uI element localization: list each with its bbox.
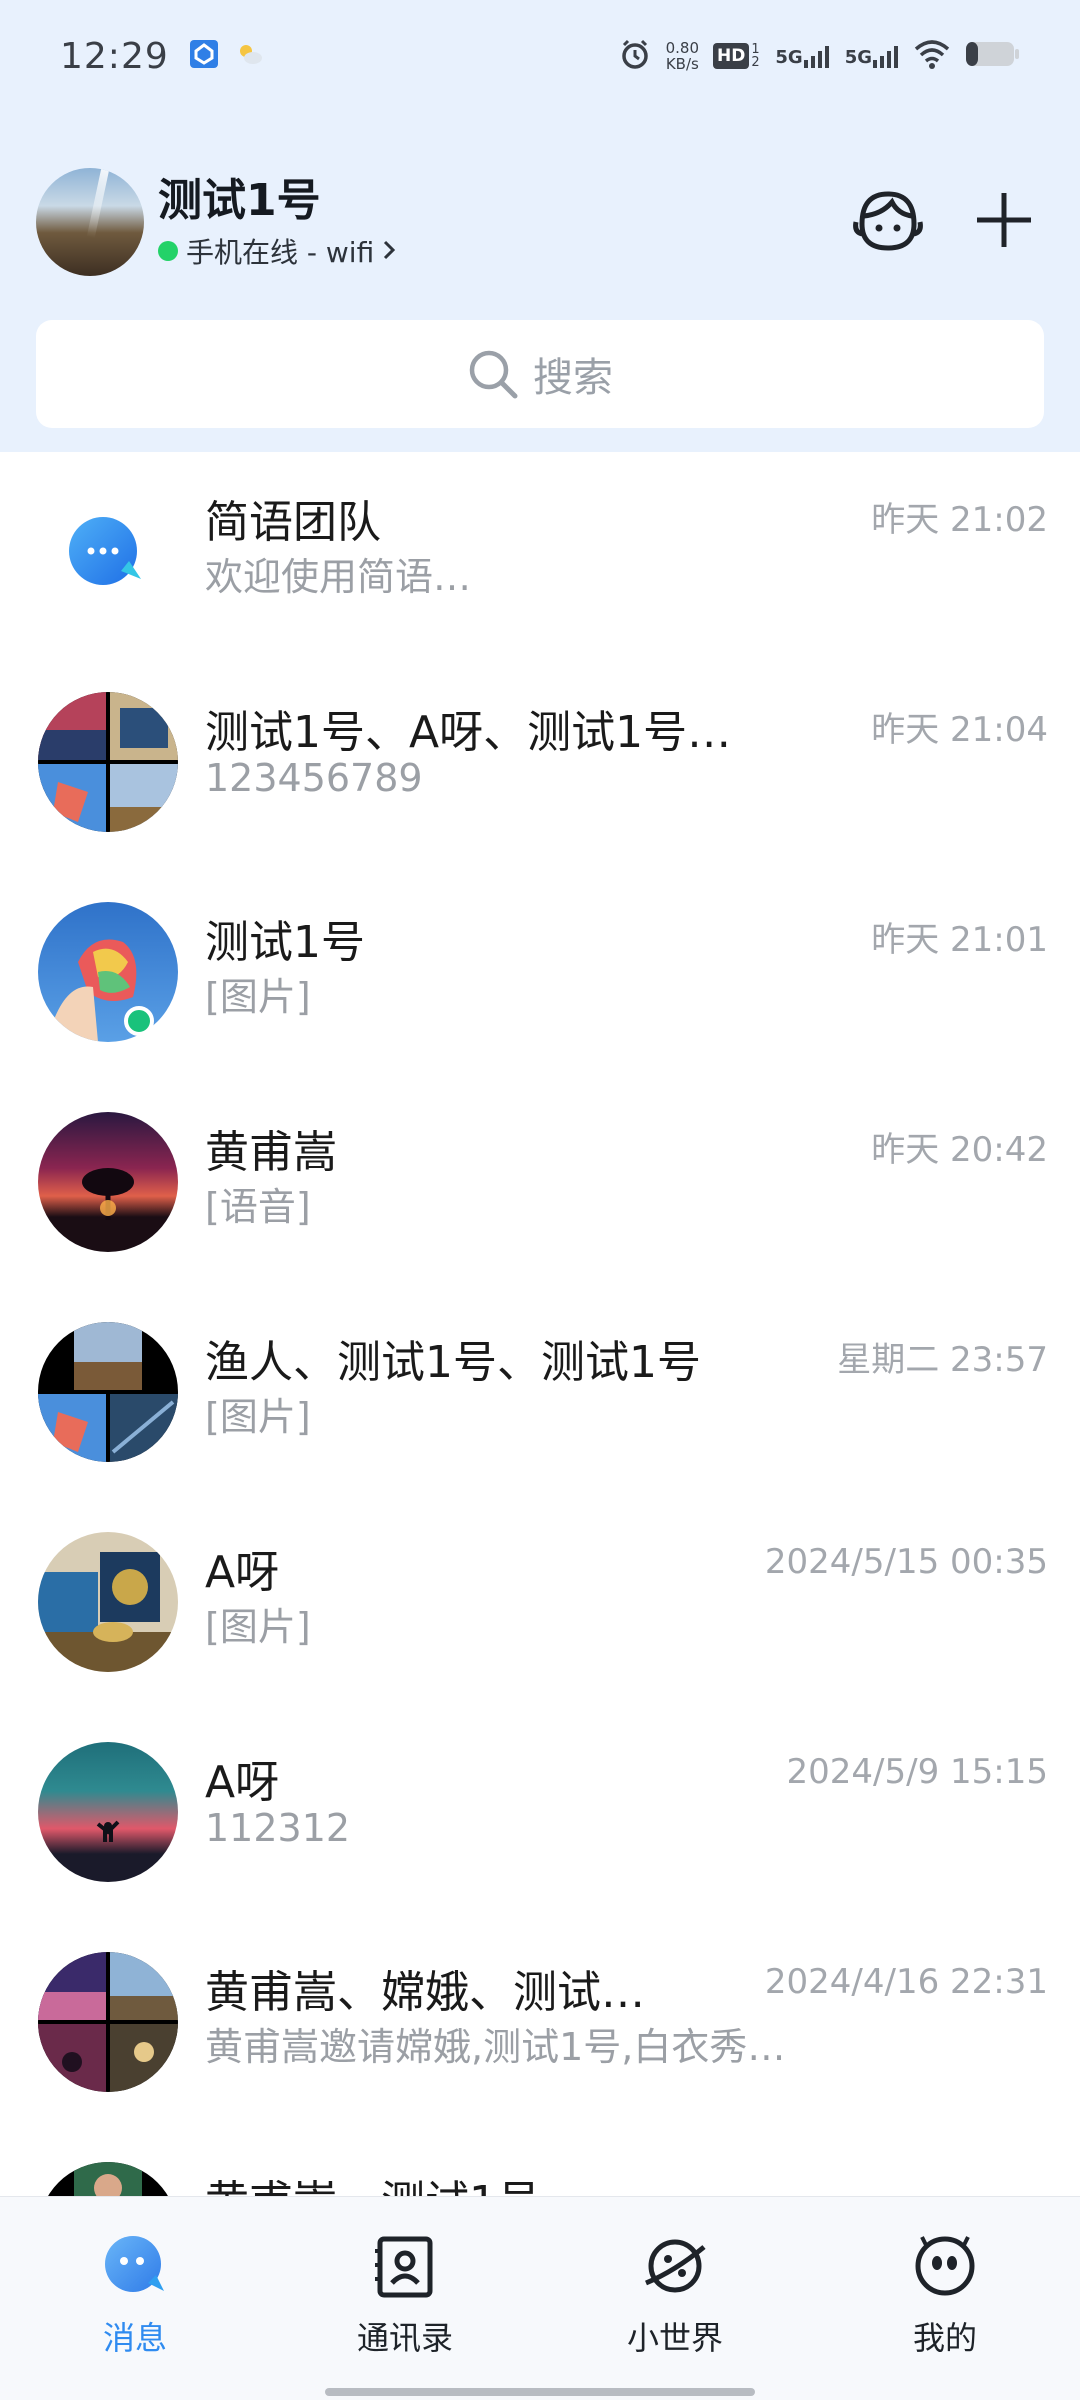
chat-time: 昨天 21:01 [871, 920, 1048, 960]
chat-time: 2024/5/15 00:35 [764, 1542, 1048, 1582]
battery-icon [964, 39, 1020, 73]
team-avatar [38, 486, 178, 626]
hd-label: HD [713, 43, 750, 69]
chat-preview: 123456789 [205, 756, 423, 800]
search-input[interactable]: 搜索 [36, 320, 1044, 428]
home-indicator[interactable] [325, 2388, 755, 2396]
chat-time: 昨天 21:02 [871, 500, 1048, 540]
nav-label: 通讯录 [356, 2319, 453, 2357]
chat-title: 黄甫嵩、嫦娥、测试… [205, 1967, 645, 2018]
chat-item[interactable]: 黄甫嵩、嫦娥、测试… 黄甫嵩邀请嫦娥,测试1号,白衣秀… 2024/4/16 2… [0, 1952, 1080, 2166]
group-avatar [38, 1952, 178, 2092]
group-avatar [38, 1322, 178, 1462]
chat-time: 2024/4/16 22:31 [764, 1962, 1048, 2002]
online-dot [158, 241, 178, 261]
chat-item[interactable]: 渔人、测试1号、测试1号 [图片] 星期二 23:57 [0, 1322, 1080, 1536]
profile-face-icon [912, 2233, 978, 2303]
chat-title: A呀 [205, 1757, 280, 1808]
contacts-icon [372, 2233, 438, 2303]
chat-preview: [图片] [205, 1605, 311, 1649]
hd-sub: 1 2 [751, 42, 760, 70]
planet-icon [642, 2233, 708, 2303]
online-indicator [124, 1006, 154, 1036]
status-bar: 12:29 0.80 KB/s HD 1 2 5G 5G [0, 0, 1080, 112]
profile-header: 测试1号 手机在线 - wifi [36, 166, 1044, 278]
chat-item[interactable]: 简语团队 欢迎使用简语… 昨天 21:02 [0, 486, 1080, 696]
message-icon [102, 2233, 168, 2303]
status-time: 12:29 [60, 35, 169, 77]
signal-icon: 5G [775, 44, 830, 68]
chat-preview: [图片] [205, 975, 311, 1019]
contact-avatar [38, 1742, 178, 1882]
hd-icon: HD 1 2 [713, 43, 761, 69]
net-speed-unit: KB/s [665, 55, 699, 73]
chat-time: 昨天 21:04 [871, 710, 1048, 750]
tab-contacts[interactable]: 通讯录 [270, 2197, 540, 2377]
chat-item[interactable]: 黄甫嵩 [语音] 昨天 20:42 [0, 1112, 1080, 1326]
plus-icon [973, 189, 1035, 255]
profile-name: 测试1号 [158, 175, 321, 226]
tab-small-world[interactable]: 小世界 [540, 2197, 810, 2377]
chat-title: 黄甫嵩 [205, 1127, 337, 1178]
wifi-icon [914, 39, 950, 73]
chat-item[interactable]: A呀 112312 2024/5/9 15:15 [0, 1742, 1080, 1956]
chat-item[interactable]: 测试1号、A呀、测试1号… 123456789 昨天 21:04 [0, 692, 1080, 906]
nav-label: 消息 [102, 2319, 167, 2357]
chat-title: 简语团队 [205, 497, 381, 548]
chat-time: 星期二 23:57 [837, 1340, 1048, 1380]
alarm-icon [618, 37, 652, 75]
chat-title: 测试1号、A呀、测试1号… [205, 707, 732, 758]
contact-avatar [38, 1112, 178, 1252]
tab-messages[interactable]: 消息 [0, 2197, 270, 2377]
contact-avatar [38, 1532, 178, 1672]
chat-title: 渔人、测试1号、测试1号 [205, 1337, 701, 1388]
tab-me[interactable]: 我的 [810, 2197, 1080, 2377]
chevron-right-icon [382, 235, 396, 268]
chat-title: A呀 [205, 1547, 280, 1598]
avatar-face-button[interactable] [848, 182, 928, 262]
chat-time: 昨天 20:42 [871, 1130, 1048, 1170]
nav-label: 我的 [912, 2319, 977, 2357]
search-placeholder: 搜索 [533, 355, 613, 401]
signal-icon: 5G [845, 44, 900, 68]
nav-label: 小世界 [626, 2319, 723, 2357]
face-icon [852, 184, 924, 260]
bottom-nav: 消息 通讯录 小世界 我的 [0, 2196, 1080, 2400]
online-status[interactable]: 手机在线 - wifi [158, 231, 396, 271]
chat-preview: 欢迎使用简语… [205, 555, 472, 599]
search-icon [467, 348, 519, 400]
chat-preview: [语音] [205, 1185, 311, 1229]
add-button[interactable] [964, 182, 1044, 262]
user-avatar[interactable] [36, 168, 144, 276]
chat-bubble-icon [63, 509, 153, 603]
chat-item[interactable]: 测试1号 [图片] 昨天 21:01 [0, 902, 1080, 1116]
weather-icon [235, 39, 265, 73]
group-avatar [38, 692, 178, 832]
chat-time: 2024/5/9 15:15 [786, 1752, 1049, 1792]
net-speed-value: 0.80 [665, 39, 700, 57]
app-badge-icon [189, 39, 219, 73]
signal-label: 5G [844, 47, 872, 68]
online-status-text: 手机在线 - wifi [186, 236, 375, 269]
chat-item[interactable]: A呀 [图片] 2024/5/15 00:35 [0, 1532, 1080, 1746]
chat-preview: [图片] [205, 1395, 311, 1439]
profile-info[interactable]: 测试1号 手机在线 - wifi [158, 173, 396, 271]
chat-title: 测试1号 [205, 917, 365, 968]
signal-label: 5G [775, 47, 803, 68]
net-speed: 0.80 KB/s [666, 40, 699, 72]
chat-preview: 黄甫嵩邀请嫦娥,测试1号,白衣秀… [205, 2025, 786, 2069]
contact-avatar [38, 902, 178, 1042]
chat-preview: 112312 [205, 1806, 351, 1850]
